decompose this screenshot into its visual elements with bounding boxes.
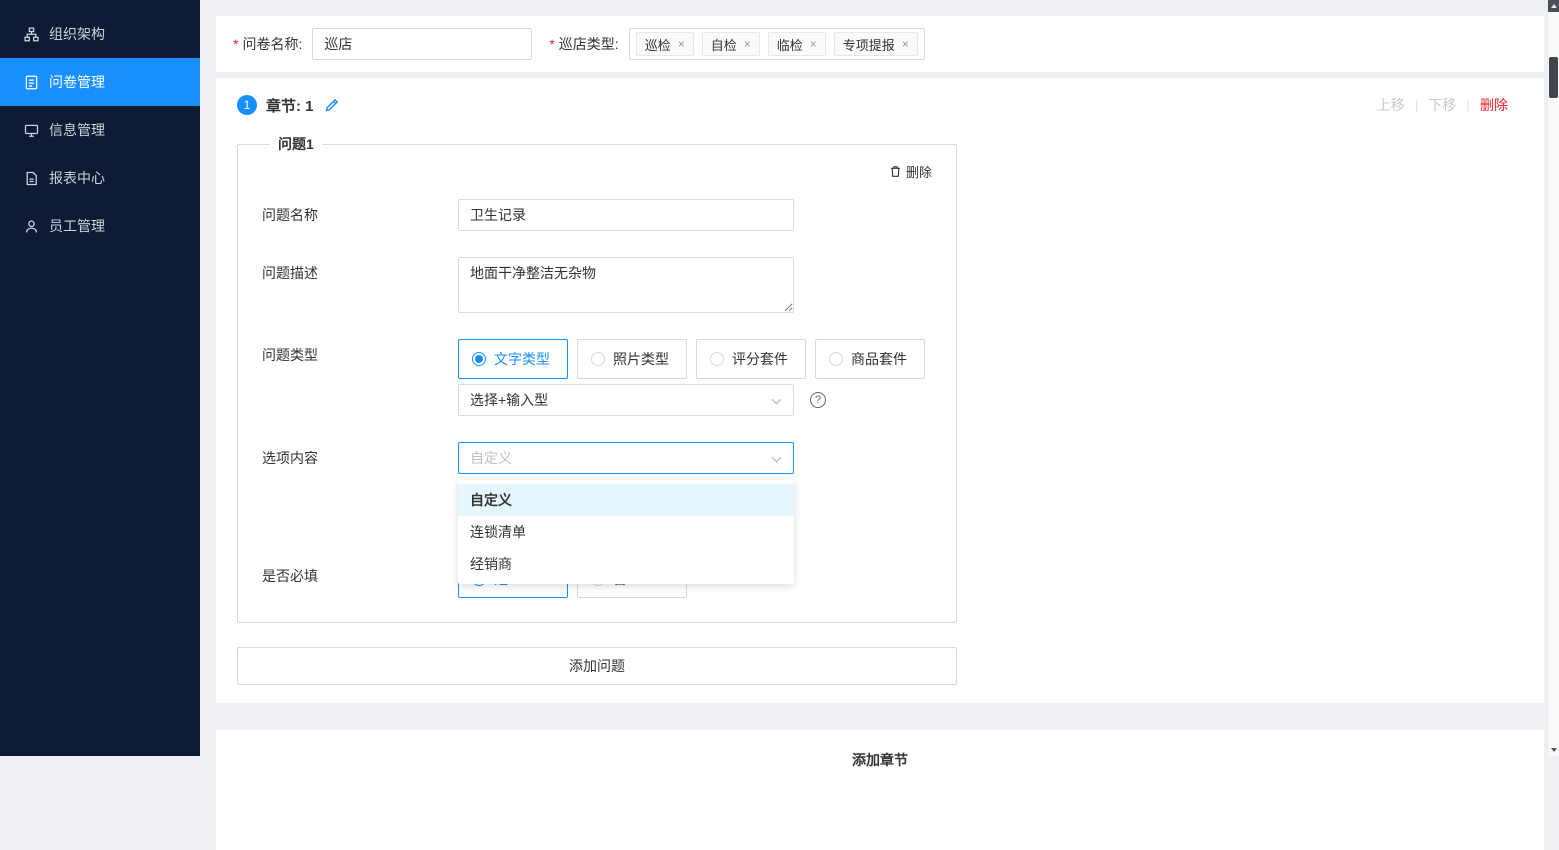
dropdown-option-custom[interactable]: 自定义 — [458, 484, 794, 516]
question-desc-label: 问题描述 — [262, 265, 318, 281]
trash-icon — [891, 166, 900, 177]
chapter-panel: 1 章节: 1 上移 | 下移 | 删除 问题1 删除 问题名称 卫生记录 问题… — [216, 78, 1544, 703]
move-up-button[interactable]: 上移 — [1377, 95, 1405, 115]
question-name-input[interactable] — [458, 199, 794, 231]
patrol-type-select[interactable]: 巡检 × 自检 × 临检 × 专项提报 × — [628, 28, 925, 60]
org-structure-icon — [24, 26, 39, 42]
sidebar-item-label: 报表中心 — [49, 170, 105, 186]
type-option-label: 文字类型 — [494, 351, 550, 367]
chevron-down-icon — [771, 450, 782, 466]
required-mark: * — [549, 36, 555, 52]
subtype-selected-value: 选择+输入型 — [470, 392, 549, 408]
action-separator: | — [1414, 97, 1419, 113]
chevron-down-icon — [771, 392, 782, 408]
questionnaire-icon — [24, 75, 39, 90]
tag-label: 巡检 — [644, 37, 671, 53]
tag-label: 临检 — [776, 37, 803, 53]
add-question-button[interactable]: 添加问题 — [237, 647, 957, 685]
question-type-label: 问题类型 — [262, 347, 318, 363]
report-center-icon — [24, 171, 39, 186]
scroll-up-arrow-icon[interactable] — [1548, 0, 1559, 12]
tag-label: 自检 — [710, 37, 737, 53]
radio-selected-icon — [472, 352, 486, 366]
sidebar: 组织架构 问卷管理 信息管理 报表中心 员工管理 — [0, 0, 200, 756]
action-separator: | — [1466, 97, 1470, 113]
question-card-title: 问题1 — [278, 136, 314, 152]
chapter-actions: 上移 | 下移 | 删除 — [1377, 95, 1508, 115]
question-card: 问题1 删除 问题名称 问题描述 地面干净整洁无杂物 问题类型 — [237, 134, 957, 623]
radio-icon — [591, 352, 605, 366]
required-mark: * — [233, 36, 239, 52]
dropdown-option-chain-list[interactable]: 连锁清单 — [458, 516, 794, 548]
tag-label: 专项提报 — [842, 37, 895, 53]
options-content-label: 选项内容 — [262, 450, 318, 466]
chapter-index-badge: 1 — [237, 95, 257, 115]
question-type-group: 文字类型 照片类型 评分套件 商品套件 — [458, 339, 925, 379]
options-select-placeholder: 自定义 — [470, 450, 512, 466]
sidebar-item-report-center[interactable]: 报表中心 — [0, 154, 200, 202]
tag-close-icon[interactable]: × — [810, 37, 817, 51]
edit-chapter-icon[interactable] — [324, 98, 339, 113]
type-tag: 临检 × — [767, 32, 826, 56]
sidebar-item-label: 信息管理 — [49, 122, 105, 138]
type-option-label: 评分套件 — [732, 351, 788, 367]
sidebar-item-label: 员工管理 — [49, 218, 105, 234]
type-option-label: 商品套件 — [851, 351, 907, 367]
sidebar-item-org-structure[interactable]: 组织架构 — [0, 10, 200, 58]
question-desc-textarea[interactable]: 地面干净整洁无杂物 — [458, 257, 794, 313]
scrollbar-thumb[interactable] — [1549, 57, 1558, 98]
sidebar-item-staff-management[interactable]: 员工管理 — [0, 202, 200, 250]
sidebar-item-information[interactable]: 信息管理 — [0, 106, 200, 154]
scroll-down-arrow-icon[interactable] — [1548, 744, 1559, 755]
questionnaire-name-input[interactable] — [312, 28, 533, 60]
tag-close-icon[interactable]: × — [744, 37, 751, 51]
options-select[interactable]: 自定义 — [458, 442, 794, 474]
questionnaire-form-bar: * 问卷名称: * 巡店类型: 巡检 × 自检 × 临检 × 专项提报 × — [216, 16, 1544, 72]
vertical-scrollbar[interactable] — [1547, 0, 1559, 756]
required-label: 是否必填 — [262, 568, 318, 584]
type-option-product[interactable]: 商品套件 — [815, 339, 925, 379]
type-tag: 巡检 × — [635, 32, 694, 56]
delete-question-button[interactable]: 删除 — [889, 162, 932, 181]
staff-icon — [24, 219, 39, 234]
tag-close-icon[interactable]: × — [902, 37, 909, 51]
options-dropdown: 自定义 连锁清单 经销商 — [458, 480, 794, 584]
type-option-label: 照片类型 — [613, 351, 669, 367]
chapter-header: 1 章节: 1 上移 | 下移 | 删除 — [237, 92, 1508, 118]
move-down-button[interactable]: 下移 — [1428, 95, 1456, 115]
add-chapter-button[interactable]: 添加章节 — [852, 750, 908, 850]
questionnaire-name-label: 问卷名称: — [242, 36, 303, 52]
sidebar-item-questionnaire[interactable]: 问卷管理 — [0, 58, 200, 106]
type-option-score[interactable]: 评分套件 — [696, 339, 806, 379]
tag-close-icon[interactable]: × — [678, 37, 685, 51]
dropdown-option-dealer[interactable]: 经销商 — [458, 548, 794, 580]
radio-icon — [710, 352, 724, 366]
type-tag: 专项提报 × — [833, 32, 918, 56]
subtype-select[interactable]: 选择+输入型 — [458, 384, 794, 416]
info-management-icon — [24, 123, 39, 138]
sidebar-item-label: 组织架构 — [49, 26, 105, 42]
main-content: * 问卷名称: * 巡店类型: 巡检 × 自检 × 临检 × 专项提报 × — [200, 0, 1544, 850]
sidebar-item-label: 问卷管理 — [49, 74, 105, 90]
chapter-title: 章节: 1 — [266, 97, 314, 115]
radio-icon — [829, 352, 843, 366]
patrol-type-label: 巡店类型: — [558, 36, 619, 52]
question-name-label: 问题名称 — [262, 207, 318, 223]
type-option-text[interactable]: 文字类型 — [458, 339, 568, 379]
delete-question-label: 删除 — [905, 165, 932, 180]
delete-chapter-button[interactable]: 删除 — [1480, 95, 1508, 115]
add-chapter-panel[interactable]: 添加章节 — [216, 730, 1544, 850]
type-tag: 自检 × — [701, 32, 760, 56]
help-icon[interactable]: ? — [810, 392, 826, 408]
type-option-photo[interactable]: 照片类型 — [577, 339, 687, 379]
